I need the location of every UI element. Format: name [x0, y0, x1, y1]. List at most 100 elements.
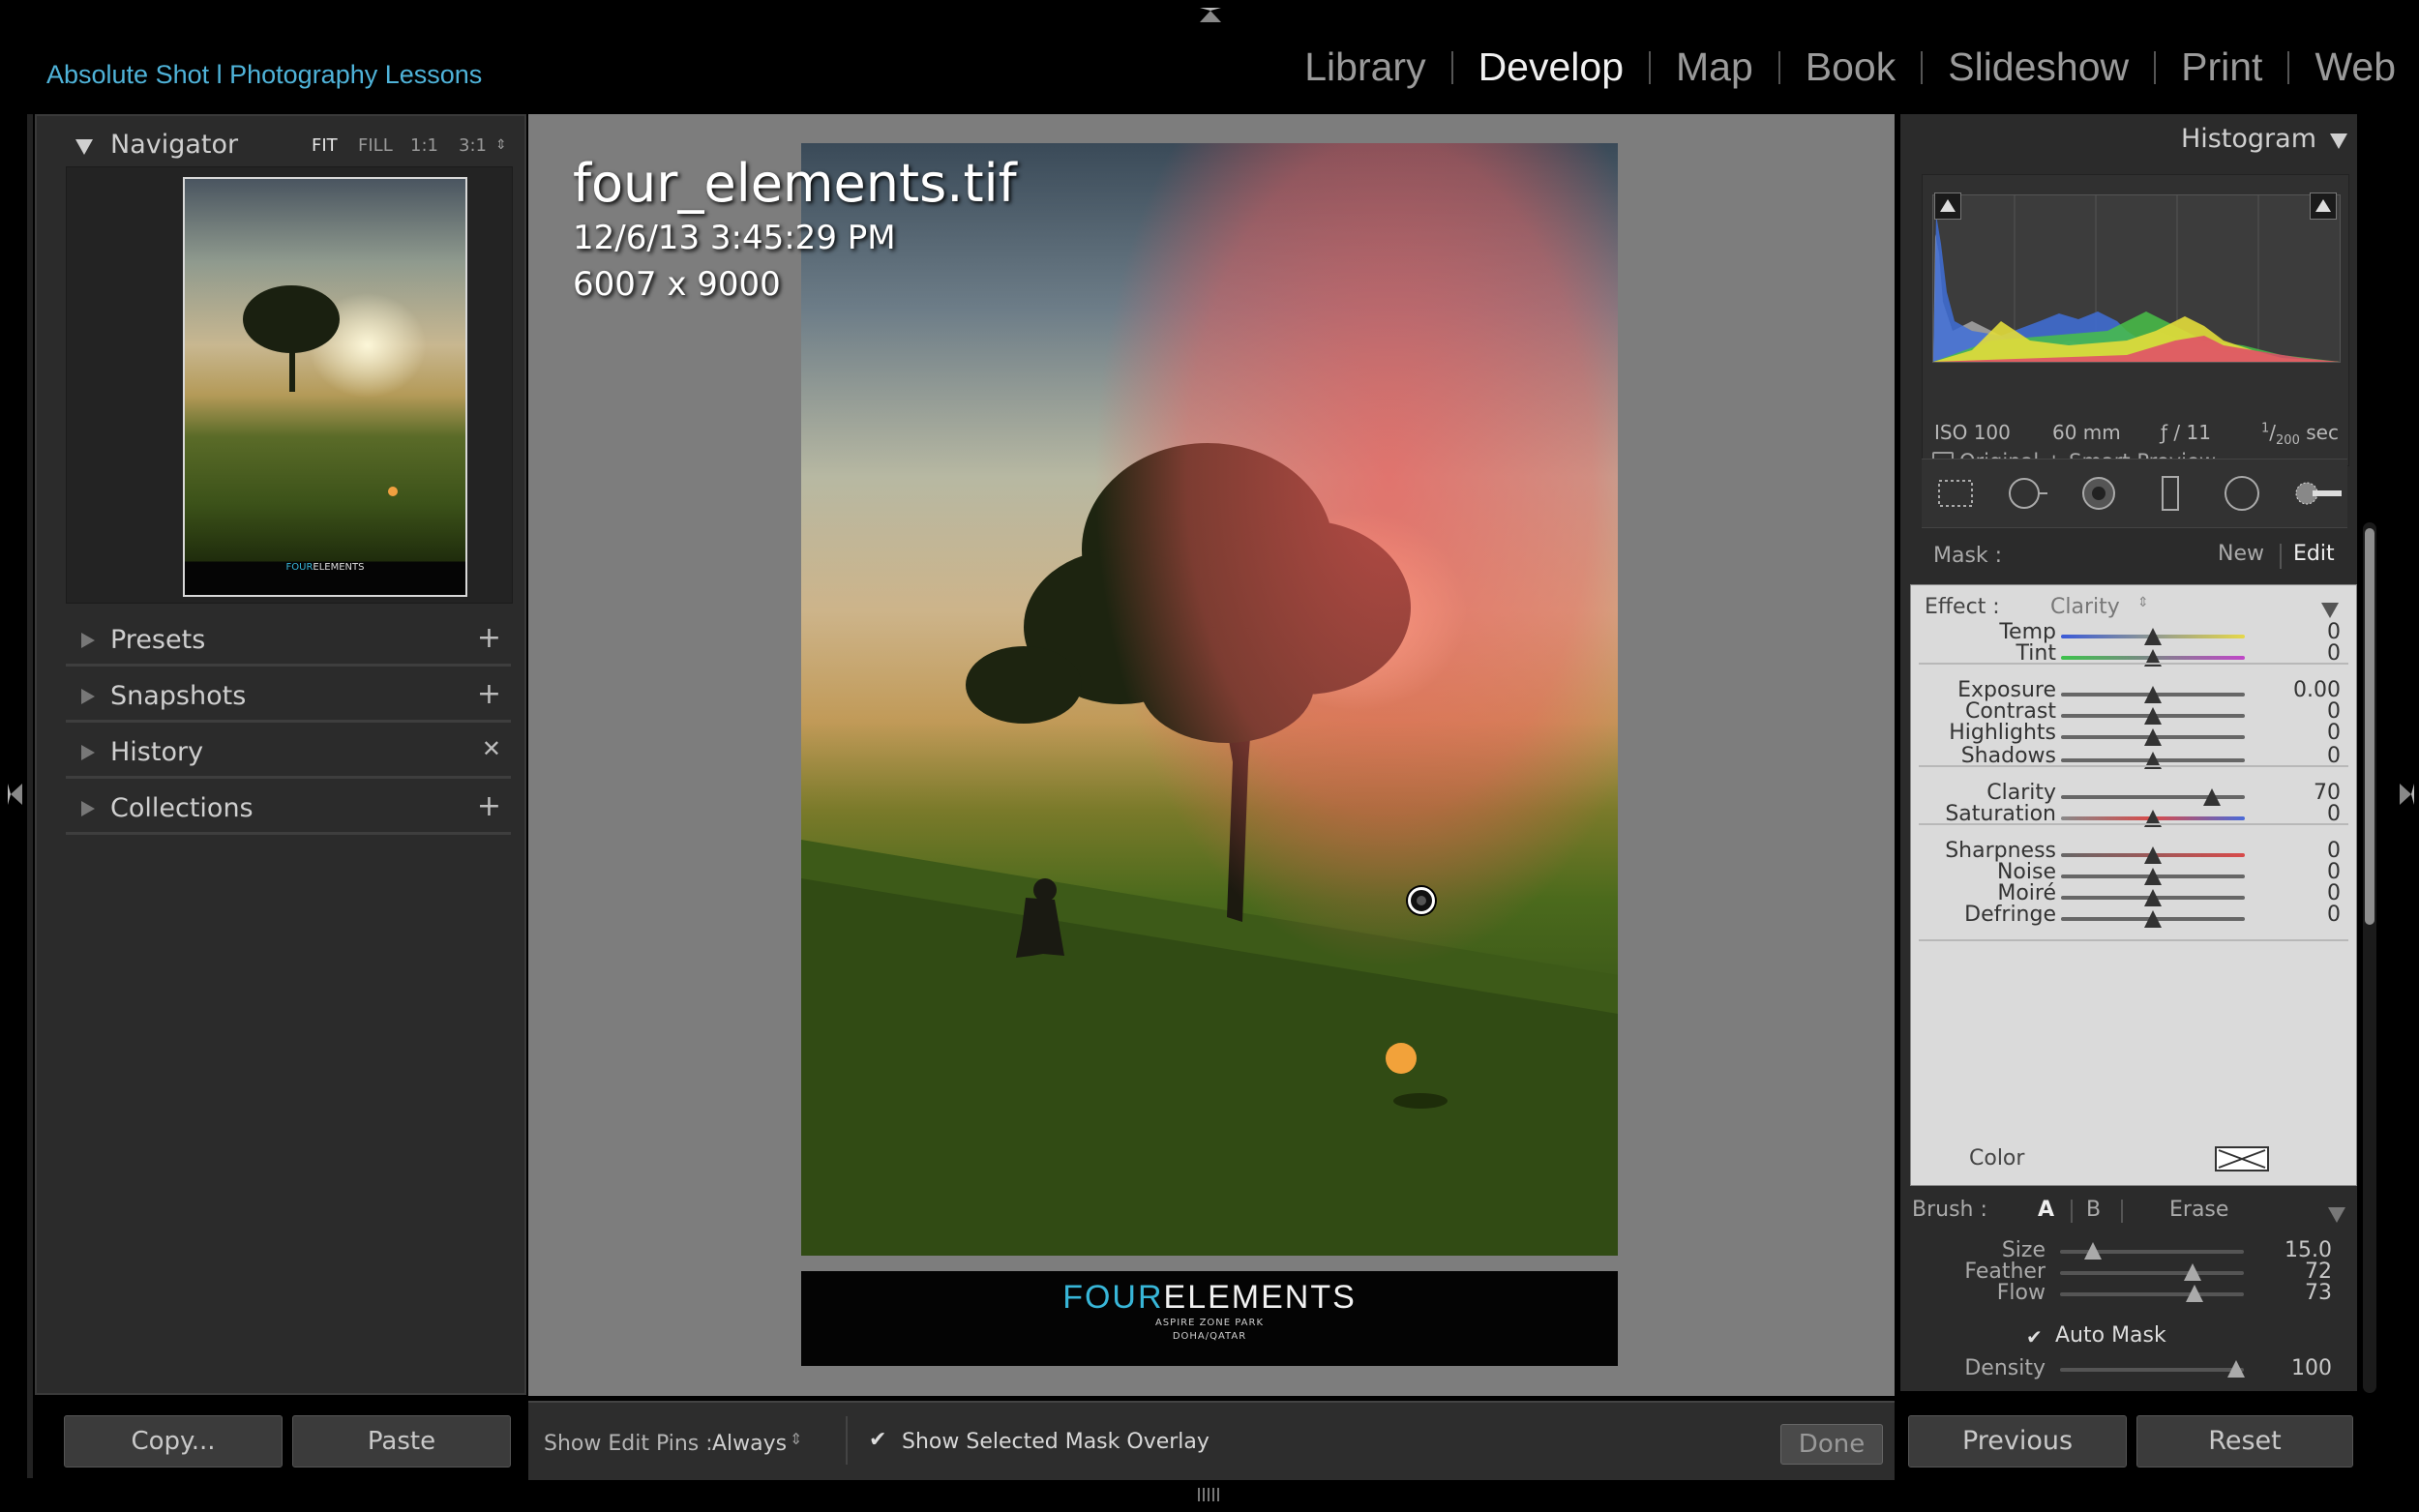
red-eye-icon[interactable]	[2078, 473, 2119, 514]
mask-label: Mask :	[1933, 544, 2003, 568]
left-panel-toggle-icon[interactable]	[8, 784, 22, 805]
mask-overlay-label[interactable]: Show Selected Mask Overlay	[902, 1430, 1210, 1454]
done-button[interactable]: Done	[1780, 1424, 1883, 1465]
brush-slider-thumb[interactable]	[2183, 1263, 2201, 1281]
plus-icon[interactable]: +	[477, 621, 501, 655]
effect-group-divider	[1919, 823, 2348, 825]
zoom-3-1[interactable]: 3:1	[459, 135, 487, 156]
brush-erase-tab[interactable]: Erase	[2169, 1198, 2228, 1222]
previous-button[interactable]: Previous	[1908, 1415, 2127, 1468]
color-swatch[interactable]	[2215, 1146, 2269, 1171]
effect-slider-thumb[interactable]	[2144, 910, 2162, 928]
effect-slider-label: Defringe	[1964, 903, 2056, 927]
main-photo[interactable]: FOURELEMENTS ASPIRE ZONE PARK DOHA/QATAR	[801, 143, 1618, 1366]
zoom-stepper-icon[interactable]: ⇕	[495, 137, 507, 153]
module-library[interactable]: Library	[1279, 44, 1450, 90]
brush-slider-thumb[interactable]	[2084, 1242, 2103, 1260]
brush-slider-value[interactable]: 73	[2305, 1281, 2332, 1305]
bottom-panel-toggle-icon[interactable]	[1198, 1488, 1221, 1501]
shadow-clipping-icon[interactable]	[1934, 193, 1961, 220]
effect-slider-track[interactable]	[2061, 810, 2245, 827]
effect-slider-track[interactable]	[2061, 889, 2245, 906]
mask-overlay-checkbox[interactable]: ✔	[869, 1428, 890, 1452]
spot-removal-icon[interactable]	[2007, 473, 2047, 514]
brush-slider-label: Flow	[1996, 1281, 2046, 1305]
navigator-preview[interactable]: FOURELEMENTS	[66, 166, 513, 604]
effect-slider-track[interactable]	[2061, 728, 2245, 746]
brush-collapse-icon[interactable]	[2328, 1207, 2345, 1223]
toolbar-divider	[846, 1416, 848, 1465]
history-header[interactable]: History ✕	[37, 731, 524, 776]
effect-slider-track[interactable]	[2061, 752, 2245, 769]
effect-slider-track[interactable]	[2061, 628, 2245, 645]
section-divider	[66, 776, 511, 779]
thumb-logo-suffix: ELEMENTS	[313, 562, 365, 573]
adjustment-brush-icon[interactable]	[2293, 473, 2344, 514]
crop-overlay-icon[interactable]	[1935, 473, 1976, 514]
clear-x-icon[interactable]: ✕	[482, 735, 501, 762]
module-map[interactable]: Map	[1651, 44, 1778, 90]
module-slideshow[interactable]: Slideshow	[1923, 44, 2154, 90]
brush-slider-track[interactable]	[2060, 1242, 2244, 1260]
effect-slider-track[interactable]	[2061, 707, 2245, 725]
snapshots-header[interactable]: Snapshots +	[37, 675, 524, 720]
collections-header[interactable]: Collections +	[37, 787, 524, 832]
plus-icon[interactable]: +	[477, 789, 501, 823]
auto-mask-label[interactable]: Auto Mask	[2055, 1323, 2166, 1348]
effect-slider-track[interactable]	[2061, 788, 2245, 806]
effect-collapse-icon[interactable]	[2321, 603, 2339, 618]
presets-header[interactable]: Presets +	[37, 619, 524, 664]
right-panel-toggle-icon[interactable]	[2400, 784, 2414, 805]
effect-slider-value[interactable]: 0	[2327, 903, 2341, 927]
zoom-fill[interactable]: FILL	[358, 135, 393, 156]
edit-pin-icon[interactable]	[1408, 887, 1435, 914]
radial-filter-icon[interactable]	[2222, 473, 2262, 514]
histogram-graph[interactable]	[1932, 194, 2341, 363]
scrollbar-thumb[interactable]	[2365, 528, 2374, 925]
brush-slider-track[interactable]	[2060, 1263, 2244, 1281]
mask-new-button[interactable]: New	[2218, 542, 2264, 566]
module-develop[interactable]: Develop	[1453, 44, 1649, 90]
histogram-title[interactable]: Histogram	[2181, 124, 2316, 154]
effect-preset-select[interactable]: Clarity	[2050, 595, 2120, 619]
density-slider-thumb[interactable]	[2227, 1360, 2246, 1378]
copy-button[interactable]: Copy...	[64, 1415, 283, 1468]
effect-slider-track[interactable]	[2061, 686, 2245, 703]
brush-label: Brush :	[1912, 1198, 1987, 1222]
brush-panel: Brush : A B Erase Size 15.0 Feather 72 Flow 7…	[1910, 1186, 2355, 1389]
effect-slider-track[interactable]	[2061, 910, 2245, 928]
effect-slider-track[interactable]	[2061, 868, 2245, 885]
photo-logo-prefix: FOUR	[1062, 1279, 1164, 1316]
top-panel-toggle-icon[interactable]	[1200, 8, 1221, 22]
mask-divider	[2280, 544, 2282, 569]
effect-slider-label: Highlights	[1949, 721, 2056, 745]
brush-a-tab[interactable]: A	[2038, 1198, 2054, 1222]
auto-mask-checkbox[interactable]: ✔	[2026, 1325, 2043, 1349]
brush-slider-track[interactable]	[2060, 1285, 2244, 1302]
navigator-header[interactable]: Navigator FIT FILL 1:1 3:1 ⇕	[37, 124, 524, 168]
graduated-filter-icon[interactable]	[2150, 473, 2191, 514]
brush-slider-thumb[interactable]	[2185, 1285, 2203, 1302]
zoom-fit[interactable]: FIT	[312, 135, 338, 156]
plus-icon[interactable]: +	[477, 677, 501, 711]
effect-slider-track[interactable]	[2061, 649, 2245, 667]
effect-slider-value[interactable]: 0	[2327, 721, 2341, 745]
highlight-clipping-icon[interactable]	[2310, 193, 2337, 220]
density-value[interactable]: 100	[2291, 1356, 2332, 1380]
reset-button[interactable]: Reset	[2136, 1415, 2353, 1468]
mask-edit-button[interactable]: Edit	[2293, 542, 2335, 566]
paste-button[interactable]: Paste	[292, 1415, 511, 1468]
zoom-1-1[interactable]: 1:1	[410, 135, 438, 156]
right-panel-scrollbar[interactable]	[2363, 522, 2376, 1393]
module-web[interactable]: Web	[2289, 44, 2396, 90]
collapse-triangle-icon[interactable]	[2330, 133, 2347, 149]
brush-b-tab[interactable]: B	[2086, 1198, 2101, 1222]
navigator-thumbnail[interactable]: FOURELEMENTS	[183, 177, 467, 597]
module-book[interactable]: Book	[1780, 44, 1921, 90]
select-stepper-icon[interactable]: ⇕	[2137, 595, 2149, 610]
module-print[interactable]: Print	[2156, 44, 2287, 90]
select-stepper-icon[interactable]: ⇕	[790, 1430, 802, 1448]
density-slider[interactable]	[2060, 1360, 2246, 1378]
effect-slider-track[interactable]	[2061, 846, 2245, 864]
show-edit-pins-select[interactable]: Always	[712, 1432, 787, 1456]
